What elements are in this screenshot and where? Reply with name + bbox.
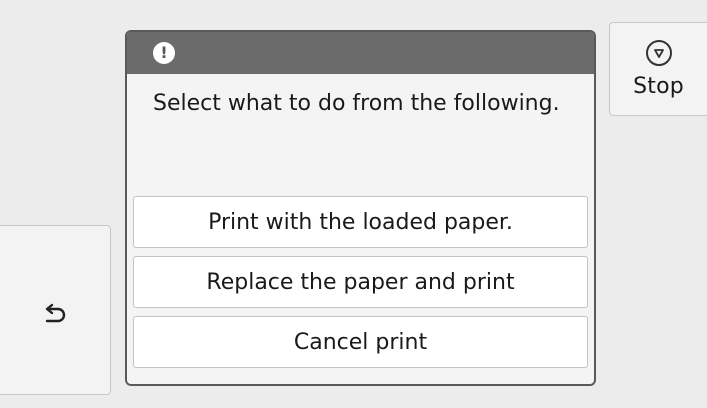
back-button[interactable] <box>0 225 111 395</box>
option-list: Print with the loaded paper. Replace the… <box>133 196 588 368</box>
stop-label: Stop <box>633 74 684 99</box>
stop-button[interactable]: Stop <box>609 22 707 116</box>
error-dialog: ! Select what to do from the following. … <box>125 30 596 386</box>
cancel-print-button[interactable]: Cancel print <box>133 316 588 368</box>
print-with-loaded-paper-button[interactable]: Print with the loaded paper. <box>133 196 588 248</box>
dialog-header: ! <box>127 32 594 74</box>
stop-octagon-icon <box>645 40 672 66</box>
dialog-message: Select what to do from the following. <box>153 91 560 116</box>
replace-paper-and-print-button[interactable]: Replace the paper and print <box>133 256 588 308</box>
exclamation-icon: ! <box>153 42 175 64</box>
back-arrow-icon <box>45 303 66 323</box>
